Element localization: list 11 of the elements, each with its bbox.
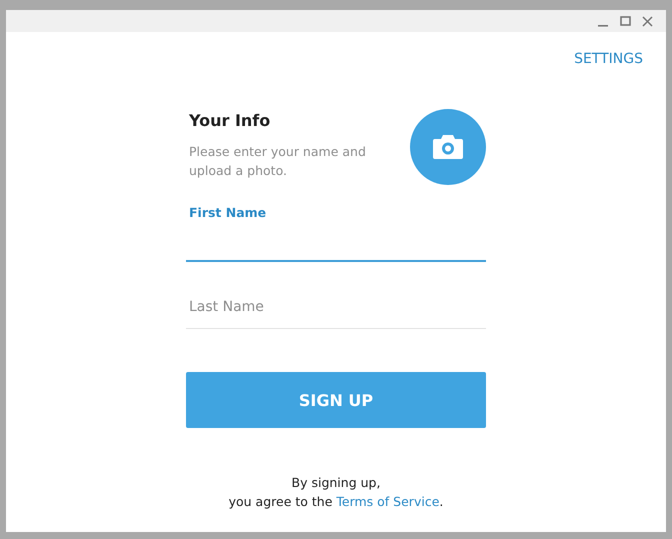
form-subtitle: Please enter your name and upload a photo. bbox=[189, 143, 367, 180]
name-input-field[interactable]: First Name bbox=[186, 205, 486, 262]
camera-icon bbox=[433, 135, 463, 159]
settings-link[interactable]: SETTINGS bbox=[574, 51, 643, 62]
terms-of-service-link[interactable]: Terms of Service bbox=[336, 494, 440, 509]
close-icon[interactable] bbox=[642, 16, 653, 26]
terms-notice: By signing up, you agree to the Terms of Service. bbox=[228, 474, 444, 511]
name-input-field[interactable]: Last Name bbox=[186, 272, 486, 329]
maximize-icon[interactable] bbox=[620, 16, 631, 26]
sign-up-button[interactable]: SIGN UP bbox=[186, 372, 486, 428]
form-title: Your Info bbox=[189, 111, 272, 130]
